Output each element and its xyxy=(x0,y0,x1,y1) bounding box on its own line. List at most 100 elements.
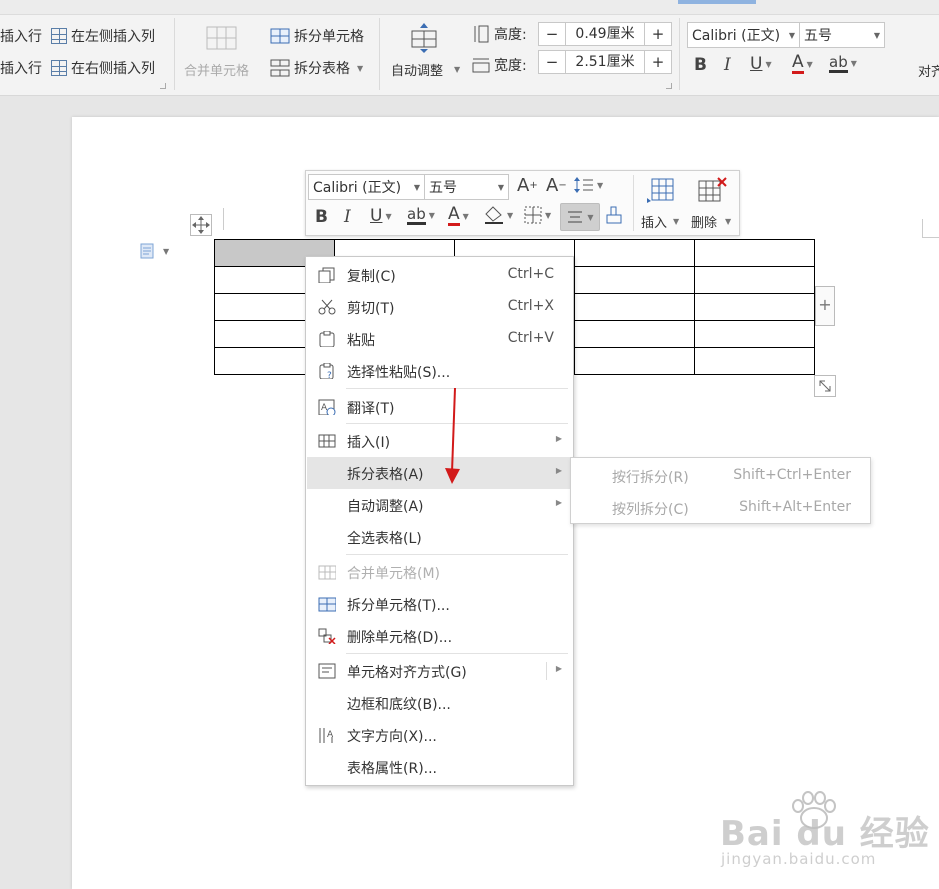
auto-fit-label: 自动调整 xyxy=(391,64,444,79)
height-decrement-button[interactable]: − xyxy=(539,25,565,43)
mini-font-size-select[interactable]: 五号 ▼ xyxy=(424,174,509,200)
insert-column-left-button[interactable]: 在左侧插入列 xyxy=(51,26,155,46)
italic-button[interactable]: I xyxy=(724,55,731,75)
menu-item-borders-shading[interactable]: 边框和底纹(B)... xyxy=(307,687,572,719)
table-cell[interactable] xyxy=(574,239,695,267)
add-column-button[interactable]: + xyxy=(815,286,835,326)
menu-item-table-properties[interactable]: 表格属性(R)... xyxy=(307,751,572,783)
merge-cells-button[interactable]: 合并单元格 xyxy=(184,22,262,88)
font-size-select[interactable]: 五号 ▼ xyxy=(799,22,885,48)
menu-separator xyxy=(346,554,568,555)
font-color-button[interactable]: A ▼ xyxy=(792,54,813,74)
split-table-button[interactable]: 拆分表格 ▼ xyxy=(270,58,363,78)
width-decrement-button[interactable]: − xyxy=(539,53,565,71)
font-name-select[interactable]: Calibri (正文) ▼ xyxy=(687,22,800,48)
insert-row-below-label: 插入行 xyxy=(0,61,42,77)
line-spacing-button[interactable]: ▼ xyxy=(574,176,603,194)
table-cell[interactable] xyxy=(694,293,815,321)
menu-item-merge-cells[interactable]: 合并单元格(M) xyxy=(307,556,572,588)
font-name-value: Calibri (正文) xyxy=(692,28,781,44)
shrink-font-button[interactable]: A − xyxy=(546,175,567,196)
insert-row-above-button[interactable]: 插入行 xyxy=(0,26,42,46)
menu-item-select-table[interactable]: 全选表格(L) xyxy=(307,521,572,553)
insert-column-right-button[interactable]: 在右侧插入列 xyxy=(51,58,155,78)
split-cells-icon xyxy=(270,28,290,44)
chevron-down-icon: ▼ xyxy=(163,246,170,256)
group-expand-icon[interactable] xyxy=(160,83,166,89)
split-cells-button[interactable]: 拆分单元格 xyxy=(270,26,364,46)
mini-format-painter-button[interactable] xyxy=(605,206,623,224)
menu-item-copy[interactable]: 复制(C) Ctrl+C xyxy=(307,259,572,291)
submenu-item-split-by-column[interactable]: 按列拆分(C) Shift+Alt+Enter xyxy=(571,491,870,523)
mini-font-name-select[interactable]: Calibri (正文) ▼ xyxy=(308,174,425,200)
height-increment-button[interactable]: + xyxy=(645,25,671,43)
auto-fit-button[interactable]: 自动调整 ▼ xyxy=(388,22,464,88)
row-height-input[interactable]: 0.49厘米 xyxy=(565,23,645,45)
mini-insert-button[interactable]: 插入 ▼ xyxy=(640,175,682,231)
layout-options-button[interactable]: ▼ xyxy=(139,242,169,260)
insert-column-left-icon xyxy=(51,28,67,44)
menu-item-cut[interactable]: 剪切(T) Ctrl+X xyxy=(307,291,572,323)
menu-item-text-direction[interactable]: A 文字方向(X)... xyxy=(307,719,572,751)
mini-font-color-button[interactable]: A ▼ xyxy=(448,206,469,226)
mini-align-button[interactable]: ▼ xyxy=(560,203,600,231)
table-resize-handle[interactable] xyxy=(814,375,836,397)
highlight-button[interactable]: ab ▼ xyxy=(829,54,857,73)
mini-insert-label: 插入 xyxy=(641,216,668,231)
table-cell[interactable] xyxy=(694,239,815,267)
row-height-spinner[interactable]: − 0.49厘米 + xyxy=(538,22,672,46)
mini-bold-button[interactable]: B xyxy=(315,207,328,227)
table-cell[interactable] xyxy=(574,266,695,294)
chevron-down-icon: ▼ xyxy=(873,31,880,40)
insert-row-above-label: 插入行 xyxy=(0,29,42,45)
menu-item-split-cells[interactable]: 拆分单元格(T)... xyxy=(307,588,572,620)
menu-item-paste-special[interactable]: ? 选择性粘贴(S)... xyxy=(307,355,572,387)
menu-item-auto-fit[interactable]: 自动调整(A) ▶ xyxy=(307,489,572,521)
bold-button[interactable]: B xyxy=(694,55,707,75)
underline-button[interactable]: U ▼ xyxy=(750,54,772,74)
table-move-handle[interactable] xyxy=(190,214,212,236)
column-width-spinner[interactable]: − 2.51厘米 + xyxy=(538,50,672,74)
align-label: 对齐 xyxy=(918,65,939,80)
table-cell[interactable] xyxy=(694,266,815,294)
table-cell[interactable] xyxy=(694,347,815,375)
ribbon-separator xyxy=(679,18,680,90)
menu-item-label: 选择性粘贴(S)... xyxy=(347,365,451,381)
grow-font-button[interactable]: A + xyxy=(517,175,538,196)
mini-italic-button[interactable]: I xyxy=(344,207,351,227)
chevron-down-icon: ▼ xyxy=(673,217,680,226)
menu-item-label: 文字方向(X)... xyxy=(347,729,437,745)
width-increment-button[interactable]: + xyxy=(645,53,671,71)
menu-item-label: 拆分单元格(T)... xyxy=(347,598,450,614)
menu-item-label: 合并单元格(M) xyxy=(347,566,441,582)
menu-item-shortcut: Ctrl+C xyxy=(507,266,554,282)
group-expand-icon[interactable] xyxy=(666,83,672,89)
annotation-arrow-icon xyxy=(445,387,460,484)
table-cell[interactable] xyxy=(574,347,695,375)
column-width-input[interactable]: 2.51厘米 xyxy=(565,51,645,73)
menu-item-cell-alignment[interactable]: 单元格对齐方式(G) ▶ xyxy=(307,655,572,687)
row-height-icon xyxy=(474,25,489,43)
mini-delete-button[interactable]: 删除 ▼ xyxy=(690,175,736,231)
mini-borders-button[interactable]: ▼ xyxy=(524,206,551,224)
mini-underline-button[interactable]: U ▼ xyxy=(370,206,392,226)
font-color-dropdown-icon: ▼ xyxy=(806,59,813,69)
mini-highlight-button[interactable]: ab ▼ xyxy=(407,206,435,225)
menu-item-delete-cells[interactable]: 删除单元格(D)... xyxy=(307,620,572,652)
menu-item-paste[interactable]: 粘贴 Ctrl+V xyxy=(307,323,572,355)
table-cell[interactable] xyxy=(694,320,815,348)
chevron-down-icon: ▼ xyxy=(545,210,552,220)
split-cells-icon xyxy=(318,597,336,612)
auto-fit-dropdown-icon: ▼ xyxy=(454,65,461,74)
table-cell[interactable] xyxy=(574,320,695,348)
mini-shading-button[interactable]: ▼ xyxy=(484,206,513,224)
submenu-arrow-icon: ▶ xyxy=(555,664,562,673)
menu-item-shortcut: Ctrl+X xyxy=(507,298,554,314)
menu-split-divider xyxy=(546,662,547,680)
highlight-dropdown-icon: ▼ xyxy=(850,59,857,68)
submenu-item-split-by-row[interactable]: 按行拆分(R) Shift+Ctrl+Enter xyxy=(571,459,870,491)
insert-row-below-button[interactable]: 插入行 xyxy=(0,58,42,78)
align-button[interactable]: 对齐 xyxy=(918,61,939,80)
menu-item-label: 插入(I) xyxy=(347,435,391,451)
table-cell[interactable] xyxy=(574,293,695,321)
